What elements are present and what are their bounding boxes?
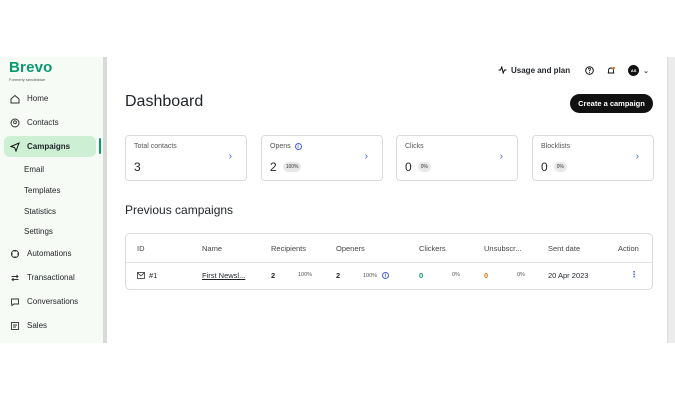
sidebar: Brevo Formerly sendinblue Home Contacts … [0, 57, 103, 343]
sidebar-subitem-statistics[interactable]: Statistics [24, 207, 56, 216]
percentage-badge: 0% [553, 162, 567, 172]
transactional-icon [9, 272, 20, 283]
percentage-badge: 100% [282, 162, 302, 172]
chevron-right-icon: › [499, 151, 503, 162]
more-actions-icon[interactable]: ⋮ [630, 270, 638, 279]
chevron-right-icon: › [635, 151, 639, 162]
sales-icon [9, 320, 20, 331]
chevron-down-icon[interactable]: ⌄ [643, 67, 649, 75]
sidebar-item-automations[interactable]: Automations [4, 243, 96, 264]
sidebar-item-home[interactable]: Home [4, 88, 96, 109]
sidebar-item-label: Conversations [27, 297, 79, 306]
stat-card-total-contacts[interactable]: Total contacts 3 › [125, 135, 247, 181]
stat-value-row: 3 [134, 160, 141, 174]
mail-icon [137, 272, 145, 279]
column-header-id[interactable]: ID [137, 244, 145, 253]
sidebar-item-label: Campaigns [27, 142, 71, 151]
page-title: Dashboard [125, 93, 204, 110]
sidebar-item-conversations[interactable]: Conversations [4, 291, 96, 312]
column-header-recipients[interactable]: Recipients [271, 244, 306, 253]
usage-label: Usage and plan [511, 66, 571, 75]
sidebar-item-contacts[interactable]: Contacts [4, 112, 96, 133]
sidebar-item-label: Sales [27, 321, 48, 330]
home-icon [9, 93, 20, 104]
sidebar-subitem-templates[interactable]: Templates [24, 186, 60, 195]
stat-label-row: Opens i [270, 143, 302, 150]
column-header-unsubscribers[interactable]: Unsubscr... [484, 244, 522, 253]
column-header-openers[interactable]: Openers [336, 244, 365, 253]
stat-value: 3 [134, 160, 141, 174]
avatar[interactable]: AS [628, 65, 640, 76]
send-icon [9, 141, 20, 152]
info-icon[interactable]: i [294, 143, 302, 150]
app-shell: Brevo Formerly sendinblue Home Contacts … [0, 57, 675, 343]
notification-bell-icon[interactable] [606, 66, 616, 76]
openers-percent: 100% i [363, 272, 390, 279]
column-header-clickers[interactable]: Clickers [419, 244, 446, 253]
sidebar-item-transactional[interactable]: Transactional [4, 267, 96, 288]
sidebar-item-label: Automations [27, 249, 72, 258]
top-bar: Usage and plan AS ⌄ [498, 64, 649, 76]
clickers-percent: 0% [452, 272, 460, 278]
stat-label: Clicks [405, 143, 424, 150]
contacts-icon [9, 117, 20, 128]
create-campaign-button[interactable]: Create a campaign [570, 94, 653, 113]
column-header-action: Action [618, 244, 639, 253]
chevron-right-icon: › [364, 151, 368, 162]
stat-value-row: 0 0% [541, 160, 567, 174]
header-divider [126, 262, 652, 263]
sidebar-subitem-email[interactable]: Email [24, 165, 44, 174]
usage-and-plan-button[interactable]: Usage and plan [498, 64, 571, 76]
stat-card-blocklists[interactable]: Blocklists 0 0% › [532, 135, 654, 181]
sidebar-item-sales[interactable]: Sales [4, 315, 96, 336]
logo-wordmark: Brevo [9, 59, 53, 76]
section-title: Previous campaigns [125, 203, 234, 217]
campaigns-table: ID Name Recipients Openers Clickers Unsu… [125, 233, 653, 290]
stat-label: Total contacts [134, 143, 177, 150]
percentage-badge: 0% [417, 162, 431, 172]
sidebar-item-label: Contacts [27, 118, 59, 127]
unsubscribers-count: 0 [484, 271, 489, 280]
logo-subtitle: Formerly sendinblue [9, 77, 46, 82]
sidebar-item-label: Home [27, 94, 49, 103]
column-header-sent-date[interactable]: Sent date [548, 244, 580, 253]
openers-count: 2 [336, 271, 341, 280]
sidebar-item-label: Transactional [27, 273, 75, 282]
sidebar-subitem-settings[interactable]: Settings [24, 227, 53, 236]
campaign-name-link[interactable]: First Newsl... [202, 271, 245, 280]
column-header-name[interactable]: Name [202, 244, 222, 253]
cell-id: #1 [137, 271, 157, 280]
stat-card-opens[interactable]: Opens i 2 100% › [261, 135, 383, 181]
stat-label: Blocklists [541, 143, 571, 150]
openers-percent-value: 100% [363, 272, 378, 279]
campaign-id: #1 [149, 271, 158, 280]
info-icon[interactable]: i [382, 272, 390, 279]
stat-label: Opens [270, 143, 291, 150]
chat-icon [9, 296, 20, 307]
active-indicator [99, 138, 101, 154]
help-icon[interactable] [584, 66, 594, 76]
sent-date: 20 Apr 2023 [548, 271, 589, 280]
stat-value: 2 [270, 160, 277, 174]
stat-value-row: 2 100% [270, 160, 302, 174]
clickers-count: 0 [419, 271, 424, 280]
page-scrollbar[interactable] [667, 57, 675, 343]
stat-value: 0 [541, 160, 548, 174]
recipients-count: 2 [271, 271, 276, 280]
sidebar-scrollbar[interactable] [103, 57, 107, 343]
stat-value: 0 [405, 160, 412, 174]
unsubscribers-percent: 0% [517, 272, 525, 278]
recipients-percent: 100% [298, 272, 313, 278]
brevo-logo[interactable]: Brevo Formerly sendinblue [9, 59, 53, 83]
sidebar-item-campaigns[interactable]: Campaigns [4, 136, 96, 157]
chevron-right-icon: › [228, 151, 232, 162]
activity-icon [498, 64, 507, 76]
stat-value-row: 0 0% [405, 160, 431, 174]
automations-icon [9, 248, 20, 259]
stat-card-clicks[interactable]: Clicks 0 0% › [396, 135, 518, 181]
